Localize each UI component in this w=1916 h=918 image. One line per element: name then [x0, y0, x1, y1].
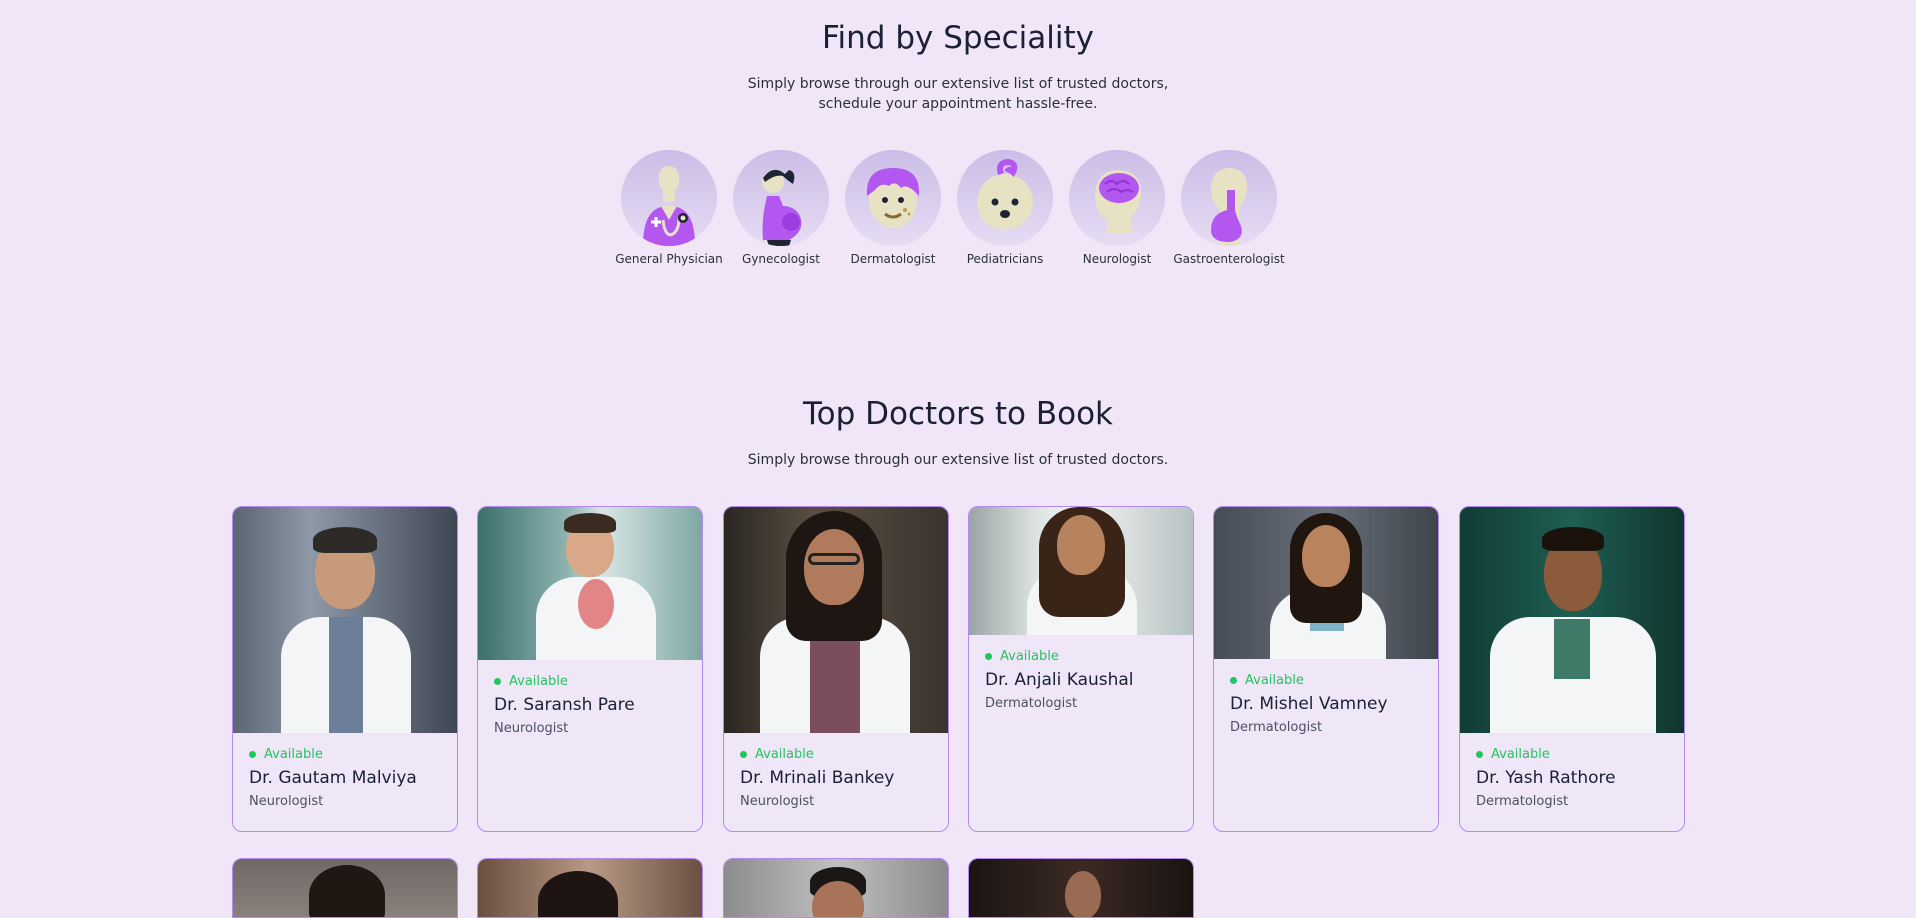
general-physician-icon — [621, 150, 717, 246]
gastroenterologist-icon — [1181, 150, 1277, 246]
pediatrician-icon — [957, 150, 1053, 246]
doctor-name: Dr. Saransh Pare — [494, 695, 635, 715]
doctor-speciality: Dermatologist — [1476, 794, 1569, 809]
doctor-info: Available Dr. Yash Rathore Dermatologist — [1460, 733, 1684, 823]
speciality-list: General Physician Gynecologist Dermatolo… — [615, 150, 1311, 266]
doctor-photo — [1214, 507, 1438, 659]
availability-status: Available — [1230, 673, 1422, 688]
speciality-neurologist[interactable]: Neurologist — [1069, 150, 1165, 266]
doctor-name: Dr. Mishel Vamney — [1230, 694, 1388, 714]
doctor-info: Available Dr. Mrinali Bankey Neurologist — [724, 733, 948, 823]
doctor-info: Available Dr. Gautam Malviya Neurologist — [233, 733, 457, 823]
speciality-subtitle: Simply browse through our extensive list… — [747, 76, 1169, 112]
doctor-info: Available Dr. Saransh Pare Neurologist — [478, 660, 702, 750]
doctor-photo — [724, 859, 948, 917]
dermatologist-icon — [845, 150, 941, 246]
availability-status: Available — [249, 747, 441, 762]
status-dot-icon — [1230, 677, 1237, 684]
doctor-card[interactable]: Available Dr. Saransh Pare Neurologist — [477, 506, 703, 832]
status-dot-icon — [985, 653, 992, 660]
speciality-label: Gynecologist — [742, 252, 820, 266]
doctor-card[interactable]: Available Dr. Gautam Malviya Neurologist — [232, 506, 458, 832]
doctor-card[interactable]: Available Dr. Mishel Vamney Dermatologis… — [1213, 506, 1439, 832]
speciality-dermatologist[interactable]: Dermatologist — [845, 150, 941, 266]
doctor-speciality: Neurologist — [249, 794, 324, 809]
speciality-label: Pediatricians — [966, 252, 1044, 266]
doctor-info: Available Dr. Anjali Kaushal Dermatologi… — [969, 635, 1193, 725]
doctor-photo — [969, 507, 1193, 635]
status-dot-icon — [740, 751, 747, 758]
speciality-title: Find by Speciality — [821, 20, 1095, 56]
doctor-name: Dr. Anjali Kaushal — [985, 670, 1134, 690]
status-dot-icon — [1476, 751, 1483, 758]
doctor-card[interactable] — [968, 858, 1194, 918]
doctor-photo — [724, 507, 948, 733]
neurologist-icon — [1069, 150, 1165, 246]
doctor-photo — [478, 507, 702, 660]
doctor-speciality: Neurologist — [740, 794, 815, 809]
speciality-label: Neurologist — [1082, 252, 1152, 266]
doctor-card[interactable] — [477, 858, 703, 918]
speciality-gastroenterologist[interactable]: Gastroenterologist — [1173, 150, 1285, 266]
status-dot-icon — [249, 751, 256, 758]
status-dot-icon — [494, 678, 501, 685]
doctor-name: Dr. Gautam Malviya — [249, 768, 417, 788]
doctor-name: Dr. Yash Rathore — [1476, 768, 1616, 788]
doctor-photo — [478, 859, 702, 917]
doctor-speciality: Neurologist — [494, 721, 569, 736]
doctor-name: Dr. Mrinali Bankey — [740, 768, 895, 788]
speciality-pediatricians[interactable]: Pediatricians — [957, 150, 1053, 266]
doctor-info: Available Dr. Mishel Vamney Dermatologis… — [1214, 659, 1438, 749]
doctor-card[interactable]: Available Dr. Mrinali Bankey Neurologist — [723, 506, 949, 832]
top-doctors-title: Top Doctors to Book — [802, 396, 1114, 432]
doctor-photo — [969, 859, 1193, 917]
availability-status: Available — [740, 747, 932, 762]
doctor-photo — [233, 859, 457, 917]
doctor-card[interactable] — [723, 858, 949, 918]
availability-status: Available — [1476, 747, 1668, 762]
speciality-gynecologist[interactable]: Gynecologist — [733, 150, 829, 266]
speciality-general-physician[interactable]: General Physician — [615, 150, 723, 266]
doctor-card[interactable]: Available Dr. Yash Rathore Dermatologist — [1459, 506, 1685, 832]
doctor-card[interactable] — [232, 858, 458, 918]
doctor-photo — [1460, 507, 1684, 733]
doctor-speciality: Dermatologist — [985, 696, 1078, 711]
availability-status: Available — [494, 674, 686, 689]
gynecologist-icon — [733, 150, 829, 246]
availability-status: Available — [985, 649, 1177, 664]
speciality-label: Dermatologist — [850, 252, 936, 266]
doctor-photo — [233, 507, 457, 733]
speciality-label: Gastroenterologist — [1173, 252, 1285, 266]
speciality-label: General Physician — [615, 252, 723, 266]
doctor-card[interactable]: Available Dr. Anjali Kaushal Dermatologi… — [968, 506, 1194, 832]
top-doctors-subtitle: Simply browse through our extensive list… — [747, 452, 1169, 468]
doctor-speciality: Dermatologist — [1230, 720, 1323, 735]
